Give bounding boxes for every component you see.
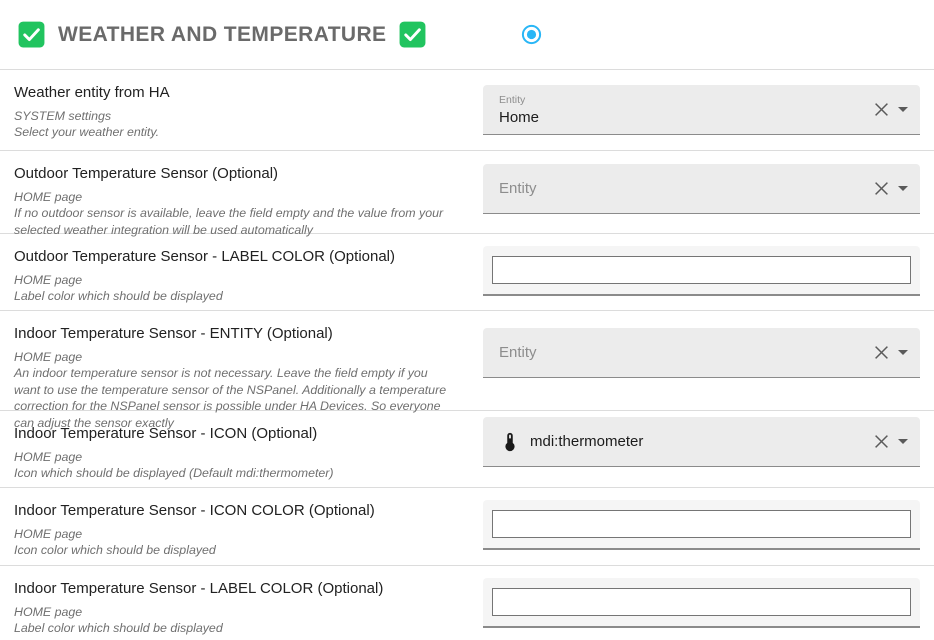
select-value: mdi:thermometer	[530, 433, 643, 450]
setting-row-weather-entity: Weather entity from HA SYSTEM settings S…	[0, 70, 934, 151]
clear-icon[interactable]	[874, 102, 889, 117]
chevron-down-icon[interactable]	[898, 439, 908, 444]
setting-title: Weather entity from HA	[14, 84, 455, 101]
clear-icon[interactable]	[874, 434, 889, 449]
chevron-down-icon[interactable]	[898, 107, 908, 112]
setting-row-outdoor-temp-entity: Outdoor Temperature Sensor (Optional) HO…	[0, 151, 934, 234]
setting-title: Indoor Temperature Sensor - ENTITY (Opti…	[14, 325, 455, 342]
setting-row-indoor-icon-color: Indoor Temperature Sensor - ICON COLOR (…	[0, 488, 934, 566]
indoor-label-color-input[interactable]	[492, 588, 911, 616]
outdoor-label-color-field-container	[483, 246, 920, 296]
setting-title: Indoor Temperature Sensor - ICON COLOR (…	[14, 502, 455, 519]
chevron-down-icon[interactable]	[898, 350, 908, 355]
clear-icon[interactable]	[874, 345, 889, 360]
indoor-label-color-field-container	[483, 578, 920, 628]
checkbox-checked-icon	[18, 21, 45, 48]
setting-scope: HOME page	[14, 189, 455, 205]
setting-scope: SYSTEM settings	[14, 108, 455, 124]
indoor-icon-select[interactable]: mdi:thermometer	[483, 417, 920, 467]
section-radio-button[interactable]	[521, 24, 542, 45]
setting-title: Outdoor Temperature Sensor (Optional)	[14, 165, 455, 182]
thermometer-icon	[499, 431, 521, 453]
section-title: WEATHER AND TEMPERATURE	[58, 23, 386, 47]
setting-description: Icon color which should be displayed	[14, 542, 455, 558]
indoor-temp-entity-select[interactable]: Entity	[483, 328, 920, 378]
setting-description: Label color which should be displayed	[14, 288, 455, 304]
setting-scope: HOME page	[14, 526, 455, 542]
setting-row-outdoor-label-color: Outdoor Temperature Sensor - LABEL COLOR…	[0, 234, 934, 311]
checkbox-checked-icon	[399, 21, 426, 48]
outdoor-label-color-input[interactable]	[492, 256, 911, 284]
setting-title: Outdoor Temperature Sensor - LABEL COLOR…	[14, 248, 455, 265]
chevron-down-icon[interactable]	[898, 186, 908, 191]
setting-description: Icon which should be displayed (Default …	[14, 465, 455, 481]
setting-scope: HOME page	[14, 604, 455, 620]
setting-scope: HOME page	[14, 449, 455, 465]
select-placeholder: Entity	[499, 180, 537, 197]
setting-scope: HOME page	[14, 349, 455, 365]
setting-title: Indoor Temperature Sensor - LABEL COLOR …	[14, 580, 455, 597]
setting-row-indoor-label-color: Indoor Temperature Sensor - LABEL COLOR …	[0, 566, 934, 640]
weather-entity-select[interactable]: Entity Home	[483, 85, 920, 135]
setting-description: Select your weather entity.	[14, 124, 455, 140]
settings-page: WEATHER AND TEMPERATURE Weather entity f…	[0, 0, 934, 640]
indoor-icon-color-input[interactable]	[492, 510, 911, 538]
select-floating-label: Entity	[499, 94, 539, 106]
section-enable-checkbox-right[interactable]	[399, 21, 426, 48]
setting-description: Label color which should be displayed	[14, 620, 455, 636]
select-value: Home	[499, 109, 539, 126]
setting-title: Indoor Temperature Sensor - ICON (Option…	[14, 425, 455, 442]
radio-selected-icon	[521, 24, 542, 45]
outdoor-temp-entity-select[interactable]: Entity	[483, 164, 920, 214]
section-enable-checkbox-left[interactable]	[18, 21, 45, 48]
select-placeholder: Entity	[499, 344, 537, 361]
setting-scope: HOME page	[14, 272, 455, 288]
section-header: WEATHER AND TEMPERATURE	[0, 0, 934, 70]
setting-row-indoor-icon: Indoor Temperature Sensor - ICON (Option…	[0, 411, 934, 488]
clear-icon[interactable]	[874, 181, 889, 196]
setting-row-indoor-temp-entity: Indoor Temperature Sensor - ENTITY (Opti…	[0, 311, 934, 411]
indoor-icon-color-field-container	[483, 500, 920, 550]
